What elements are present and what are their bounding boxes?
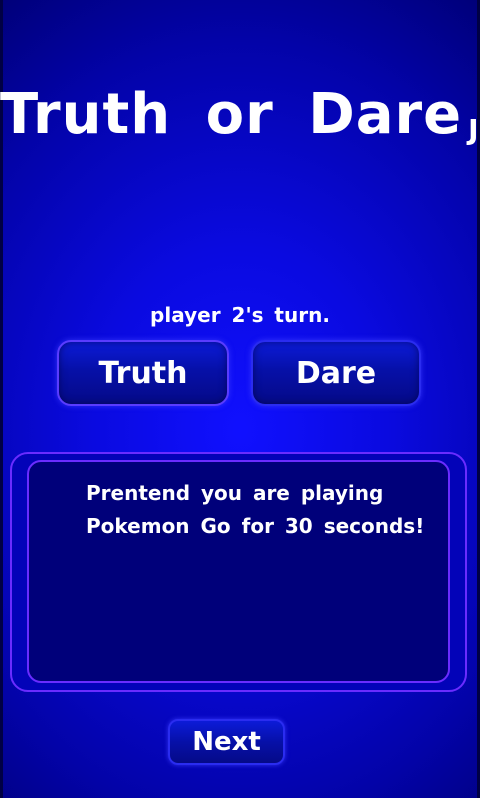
app-title-main: Truth or Dare [0, 82, 463, 147]
next-button[interactable]: Next [168, 719, 285, 765]
app-title-suffix: Jr. [468, 113, 480, 146]
turn-indicator: player 2's turn. [150, 303, 330, 327]
truth-button[interactable]: Truth [57, 340, 229, 406]
challenge-text: Prentend you are playing Pokemon Go for … [86, 481, 425, 538]
app-title: Truth or Dare Jr. [0, 82, 480, 147]
dare-button[interactable]: Dare [251, 340, 421, 406]
